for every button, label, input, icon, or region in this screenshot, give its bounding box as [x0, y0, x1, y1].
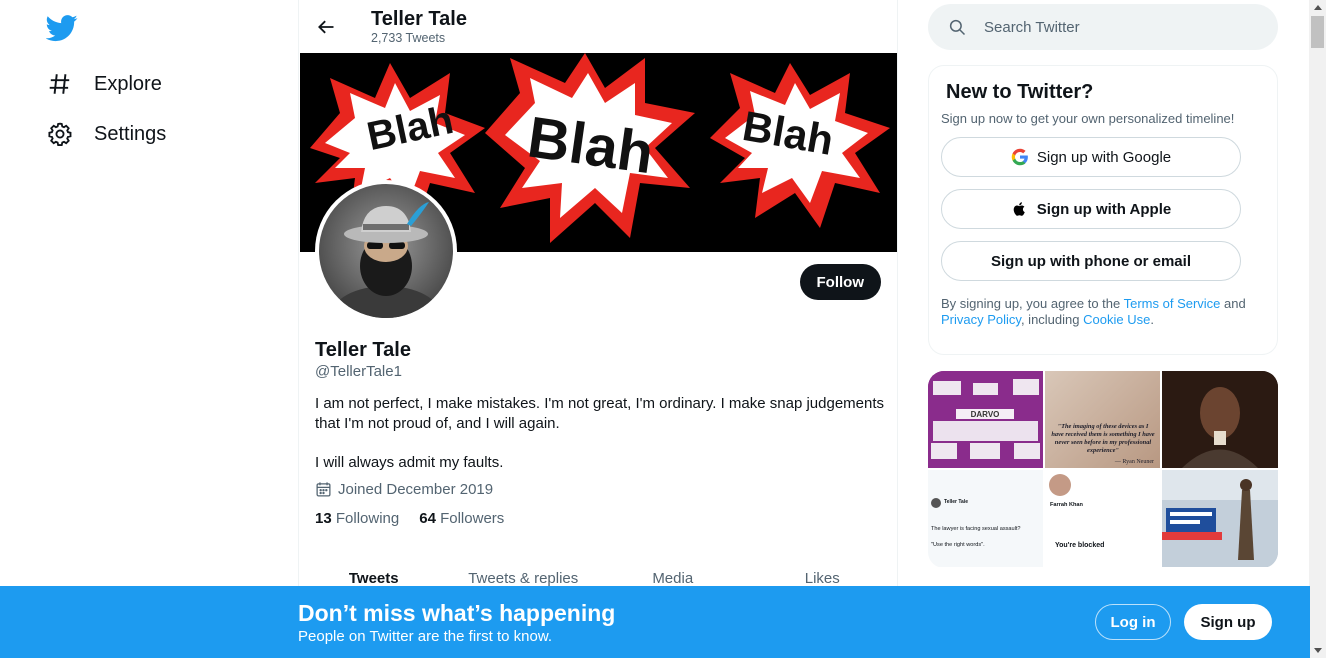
prompt-subtitle: People on Twitter are the first to know.: [298, 628, 553, 645]
tweet-count: 2,733 Tweets: [371, 30, 446, 45]
profile-bio: I am not perfect, I make mistakes. I'm n…: [315, 395, 885, 471]
hashtag-icon: [46, 70, 74, 98]
scroll-down-icon[interactable]: [1309, 644, 1326, 658]
avatar: [1049, 474, 1071, 496]
nav-item-explore[interactable]: Explore: [46, 64, 162, 104]
nav-item-label: Explore: [94, 72, 162, 95]
join-date-label: Joined December 2019: [338, 480, 494, 498]
prompt-title: Don’t miss what’s happening: [298, 600, 616, 626]
profile-info: Teller Tale @TellerTale1 I am not perfec…: [315, 338, 885, 527]
signup-phone-email-button[interactable]: Sign up with phone or email: [941, 241, 1241, 281]
media-text: "Use the right words".: [931, 542, 985, 548]
following-count: 13: [315, 510, 332, 527]
media-thumbnail[interactable]: DARVO: [928, 371, 1043, 468]
followers-label: Followers: [440, 510, 505, 527]
media-text: The lawyer is facing sexual assault?: [931, 526, 1021, 532]
left-nav: Explore Settings: [0, 0, 298, 658]
cookie-use-link[interactable]: Cookie Use: [1083, 312, 1150, 327]
media-text: You're blocked: [1055, 542, 1105, 549]
follow-button[interactable]: Follow: [799, 264, 881, 300]
media-user-name: Farrah Khan: [1050, 502, 1083, 508]
page-title: Teller Tale: [371, 7, 467, 30]
scrollbar[interactable]: [1309, 0, 1326, 658]
avatar: [931, 498, 941, 508]
signup-google-button[interactable]: Sign up with Google: [941, 137, 1241, 177]
media-thumbnail[interactable]: Teller Tale The lawyer is facing sexual …: [928, 470, 1043, 567]
media-caption: DARVO: [971, 410, 1000, 419]
search-icon: [948, 18, 966, 36]
search-bar[interactable]: [928, 4, 1278, 50]
profile-handle: @TellerTale1: [315, 363, 402, 380]
gear-icon: [46, 120, 74, 148]
following-link[interactable]: 13 Following: [315, 510, 399, 527]
media-thumbnail[interactable]: Farrah Khan You're blocked: [1045, 470, 1160, 567]
profile-column: Teller Tale 2,733 Tweets Blah Blah Blah: [298, 0, 898, 658]
followers-link[interactable]: 64 Followers: [419, 510, 504, 527]
twitter-logo-icon[interactable]: [45, 12, 78, 44]
privacy-policy-link[interactable]: Privacy Policy: [941, 312, 1021, 327]
google-icon: [1011, 148, 1029, 166]
profile-name: Teller Tale: [315, 339, 411, 361]
profile-header-bar: Teller Tale 2,733 Tweets: [299, 0, 897, 53]
avatar[interactable]: [315, 180, 457, 322]
apple-icon: [1011, 200, 1029, 218]
media-quote-cite: — Ryan Neuner: [1114, 459, 1154, 465]
media-grid: DARVO "The imaging of these devices as I…: [928, 371, 1278, 568]
following-label: Following: [335, 510, 400, 527]
nav-item-settings[interactable]: Settings: [46, 114, 166, 154]
media-quote: "The imaging of these devices as I have …: [1051, 423, 1155, 454]
terms-of-service-link[interactable]: Terms of Service: [1124, 296, 1221, 311]
panel-title: New to Twitter?: [946, 81, 1094, 103]
sign-up-button[interactable]: Sign up: [1184, 604, 1272, 640]
join-date: Joined December 2019: [315, 480, 885, 498]
media-thumbnail[interactable]: [1162, 470, 1278, 567]
media-thumbnail[interactable]: "The imaging of these devices as I have …: [1045, 371, 1160, 468]
media-thumbnail[interactable]: [1162, 371, 1278, 468]
signup-apple-label: Sign up with Apple: [1036, 200, 1172, 218]
scrollbar-thumb[interactable]: [1311, 16, 1324, 48]
back-arrow-icon[interactable]: [315, 16, 337, 38]
scroll-up-icon[interactable]: [1309, 0, 1326, 14]
log-in-button[interactable]: Log in: [1095, 604, 1171, 640]
nav-item-label: Settings: [94, 122, 167, 145]
new-to-twitter-panel: New to Twitter? Sign up now to get your …: [928, 65, 1278, 355]
media-user-name: Teller Tale: [944, 499, 968, 505]
followers-count: 64: [419, 510, 436, 527]
follow-stats: 13 Following 64 Followers: [315, 510, 885, 527]
signup-prompt-bar: Don’t miss what’s happening People on Tw…: [0, 586, 1310, 658]
signup-google-label: Sign up with Google: [1036, 148, 1172, 166]
calendar-icon: [315, 480, 333, 498]
signup-apple-button[interactable]: Sign up with Apple: [941, 189, 1241, 229]
search-input[interactable]: [984, 18, 1264, 36]
panel-subtitle: Sign up now to get your own personalized…: [941, 111, 1235, 126]
signup-terms: By signing up, you agree to the Terms of…: [941, 296, 1246, 327]
